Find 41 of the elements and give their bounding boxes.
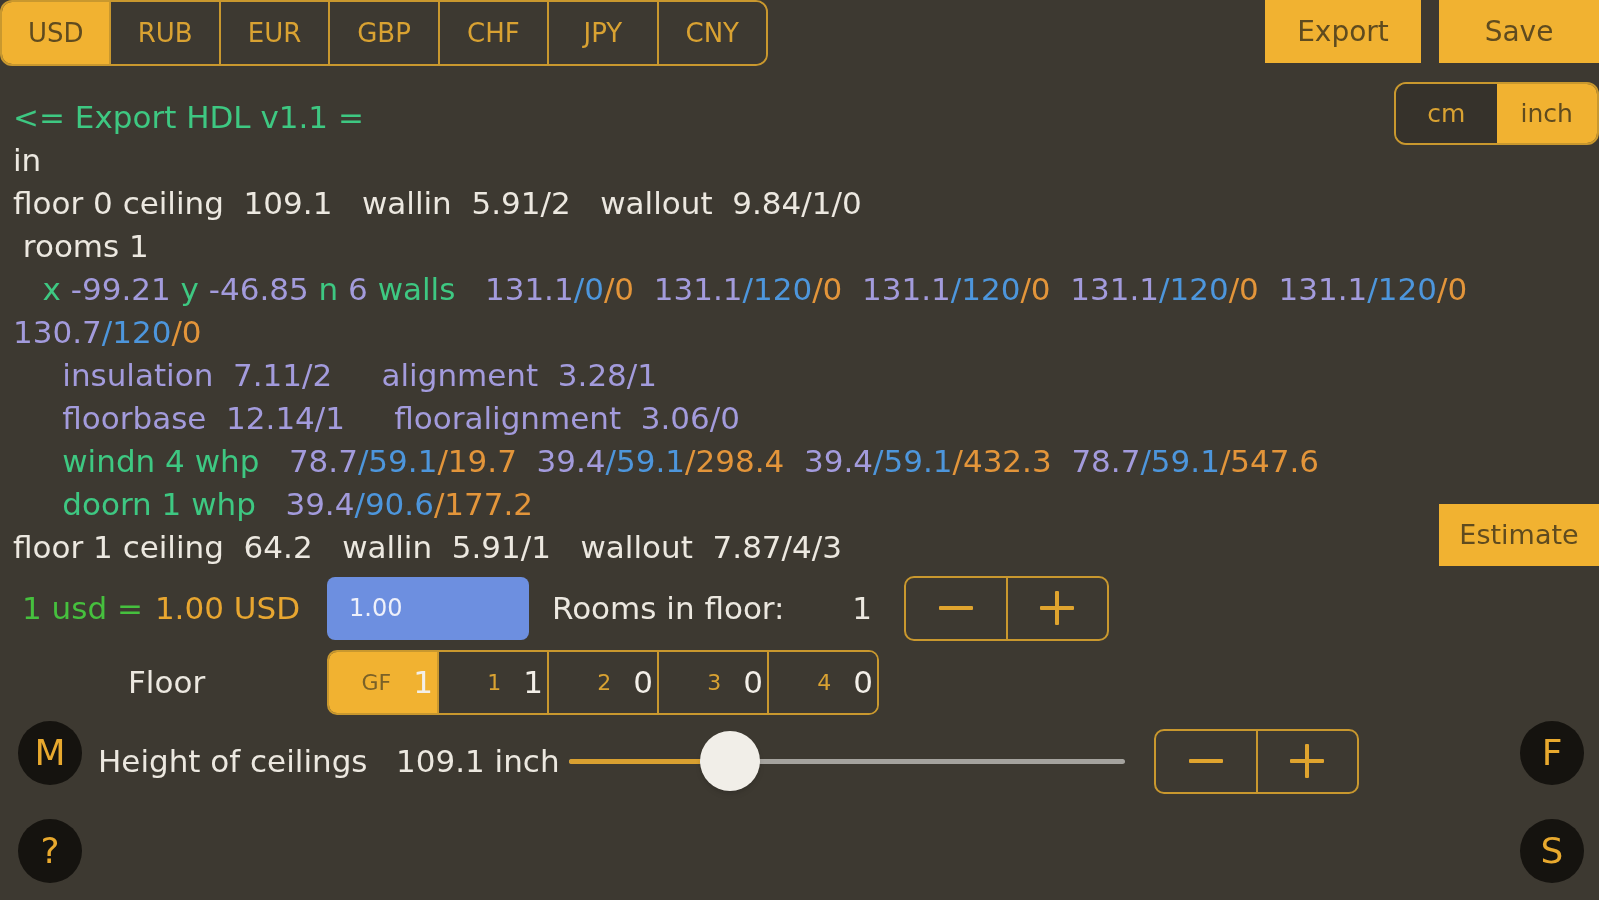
round-button[interactable]: F: [1520, 721, 1584, 785]
room-count: 0: [633, 663, 653, 703]
code-line: floor 1 ceiling 64.2 wallin 5.91/1 wallout 7.87/4/3: [13, 528, 842, 567]
currency-tab[interactable]: USD: [2, 2, 110, 64]
room-count: 1: [413, 663, 433, 703]
floor-segment[interactable]: GF 1: [329, 652, 437, 713]
room-count: 1: [523, 663, 543, 703]
unit-segment[interactable]: inch: [1496, 84, 1597, 143]
minus-icon: [938, 606, 973, 610]
floor-label: Floor: [128, 664, 206, 701]
code-line: <= Export HDL v1.1 =: [13, 98, 364, 137]
code-line: doorn 1 whp 39.4/90.6/177.2: [61, 485, 534, 524]
code-line: windn 4 whp 78.7/59.1/19.7 39.4/59.1/298.4 39.4/59.1/432.3 78.7/59.1/547.6: [61, 442, 1320, 481]
code-line: rooms 1: [21, 227, 149, 266]
round-button[interactable]: S: [1520, 819, 1584, 883]
code-line: x -99.21 y -46.85 n 6 walls 131.1/0/0 131.1/120/0 131.1/120/0 131.1/120/0 131.1/120/0: [41, 270, 1468, 309]
estimate-button[interactable]: Estimate: [1439, 504, 1599, 566]
unit-segment[interactable]: cm: [1396, 84, 1497, 143]
minus-icon: [1188, 759, 1223, 763]
rooms-label: Rooms in floor:: [552, 588, 786, 628]
rate-value: 1.00 USD: [154, 588, 300, 628]
code-line: 130.7/120/0: [13, 313, 202, 352]
code-line: insulation 7.11/2 alignment 3.28/1: [61, 356, 657, 395]
currency-tab[interactable]: CNY: [656, 2, 766, 64]
rate-input[interactable]: 1.00: [327, 576, 529, 640]
ceiling-height-reading: 109.1 inch: [396, 741, 561, 781]
floor-segment[interactable]: 4 0: [767, 652, 877, 713]
room-count: 0: [743, 663, 763, 703]
room-count: 0: [853, 663, 873, 703]
code-line: floorbase 12.14/1 flooralignment 3.06/0: [61, 399, 740, 438]
plus-icon: [1040, 591, 1075, 625]
round-button[interactable]: M: [18, 721, 82, 785]
rate-label: 1 usd =: [22, 588, 143, 628]
export-button[interactable]: Export: [1265, 0, 1421, 63]
code-line: in: [13, 141, 42, 180]
code-line: floor 0 ceiling 109.1 wallin 5.91/2 wallout 9.84/1/0: [13, 184, 862, 223]
help-button[interactable]: ?: [18, 819, 82, 883]
ceiling-height-label: Height of ceilings: [98, 741, 369, 781]
rooms-value: 1: [852, 588, 872, 628]
plus-icon: [1290, 744, 1325, 778]
save-button[interactable]: Save: [1439, 0, 1599, 63]
